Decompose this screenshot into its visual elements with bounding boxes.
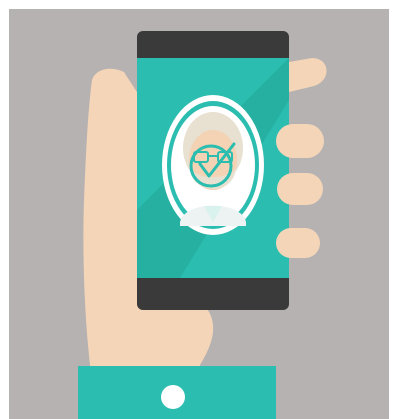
finger-1 [276,124,324,158]
cuff-button [161,385,185,409]
hand-holding-phone-illustration [0,0,394,419]
finger-3 [276,228,320,258]
finger-2 [277,173,323,205]
